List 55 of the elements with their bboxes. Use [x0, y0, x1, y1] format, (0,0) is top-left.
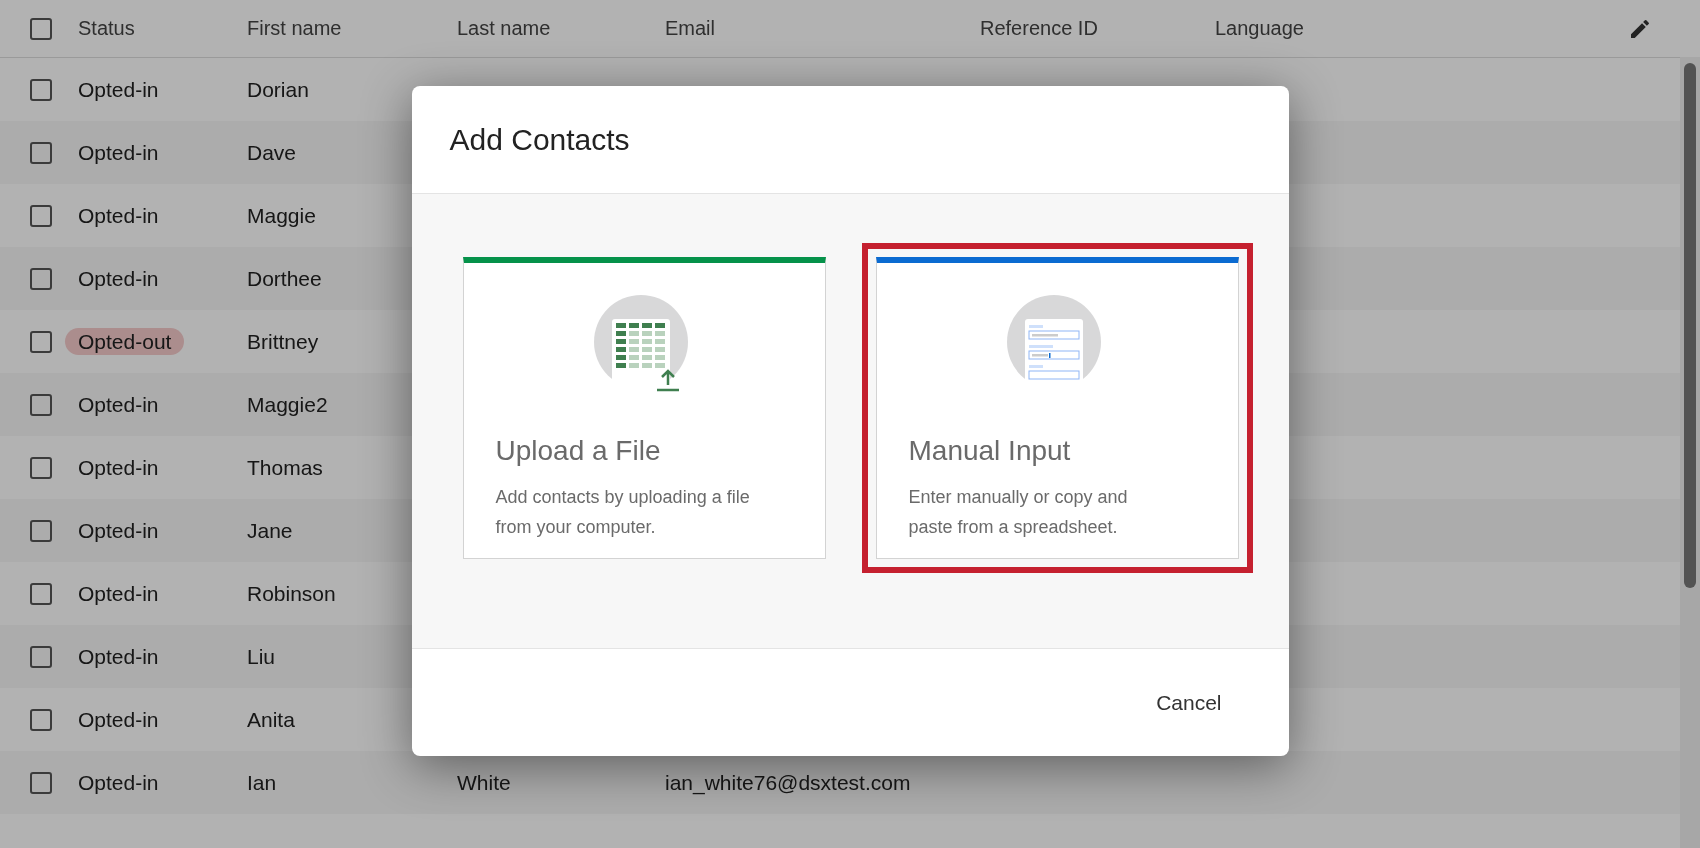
- status-text: Opted-in: [78, 644, 159, 668]
- column-header[interactable]: Status: [78, 17, 247, 40]
- column-header[interactable]: Reference ID: [980, 17, 1215, 40]
- checkbox[interactable]: [30, 267, 52, 290]
- checkbox[interactable]: [30, 330, 52, 353]
- column-header[interactable]: Language: [1215, 17, 1600, 40]
- table-cell: Dave: [247, 140, 297, 164]
- status-text: Opted-in: [78, 203, 159, 227]
- cancel-button[interactable]: Cancel: [1129, 680, 1249, 725]
- table-cell: White: [457, 770, 511, 794]
- table-cell: Liu: [247, 644, 276, 668]
- checkbox[interactable]: [30, 519, 52, 542]
- table-cell: Maggie2: [247, 392, 328, 416]
- checkbox[interactable]: [30, 771, 52, 794]
- option-title: Manual Input: [908, 435, 1072, 467]
- status-text: Opted-in: [78, 77, 159, 101]
- column-header[interactable]: First name: [247, 17, 457, 40]
- checkbox[interactable]: [30, 393, 52, 416]
- checkbox[interactable]: [30, 78, 52, 101]
- checkbox[interactable]: [30, 456, 52, 479]
- option-card[interactable]: Upload a File Add contacts by uploading a file from your computer.: [462, 257, 826, 559]
- status-text: Opted-in: [78, 140, 159, 164]
- status-text: Opted-in: [78, 707, 159, 731]
- scrollbar[interactable]: [1680, 57, 1700, 848]
- table-cell: Dorthee: [247, 266, 322, 290]
- status-text: Opted-in: [78, 518, 159, 542]
- table-cell: ian_white76@dsxtest.com: [665, 770, 911, 794]
- table-cell: Robinson: [247, 581, 336, 605]
- table-cell: Maggie: [247, 203, 316, 227]
- status-badge: Opted-out: [65, 327, 185, 355]
- option-description: Add contacts by uploading a file from your computer.: [495, 486, 751, 539]
- table-cell: Thomas: [247, 455, 323, 479]
- status-text: Opted-in: [78, 455, 159, 479]
- checkbox[interactable]: [30, 204, 52, 227]
- checkbox[interactable]: [30, 582, 52, 605]
- table-cell: Ian: [247, 770, 277, 794]
- status-text: Opted-in: [78, 581, 159, 605]
- dialog-title: Add Contacts: [449, 122, 630, 157]
- option-card[interactable]: Manual Input Enter manually or copy and paste from a spreadsheet.: [875, 257, 1239, 559]
- table-cell: Jane: [247, 518, 293, 542]
- table-cell: Dorian: [247, 77, 309, 101]
- column-header[interactable]: Email: [665, 17, 980, 40]
- option-description: Enter manually or copy and paste from a spreadsheet.: [908, 486, 1129, 539]
- column-header[interactable]: Last name: [457, 17, 665, 40]
- status-text: Opted-in: [78, 266, 159, 290]
- status-text: Opted-in: [78, 392, 159, 416]
- option-title: Upload a File: [495, 435, 662, 467]
- checkbox[interactable]: [30, 141, 52, 164]
- checkbox[interactable]: [30, 17, 52, 40]
- status-text: Opted-in: [78, 770, 159, 794]
- scroll-thumb[interactable]: [1684, 63, 1696, 588]
- checkbox[interactable]: [30, 708, 52, 731]
- table-cell: Brittney: [247, 329, 319, 353]
- table-cell: Anita: [247, 707, 295, 731]
- checkbox[interactable]: [30, 645, 52, 668]
